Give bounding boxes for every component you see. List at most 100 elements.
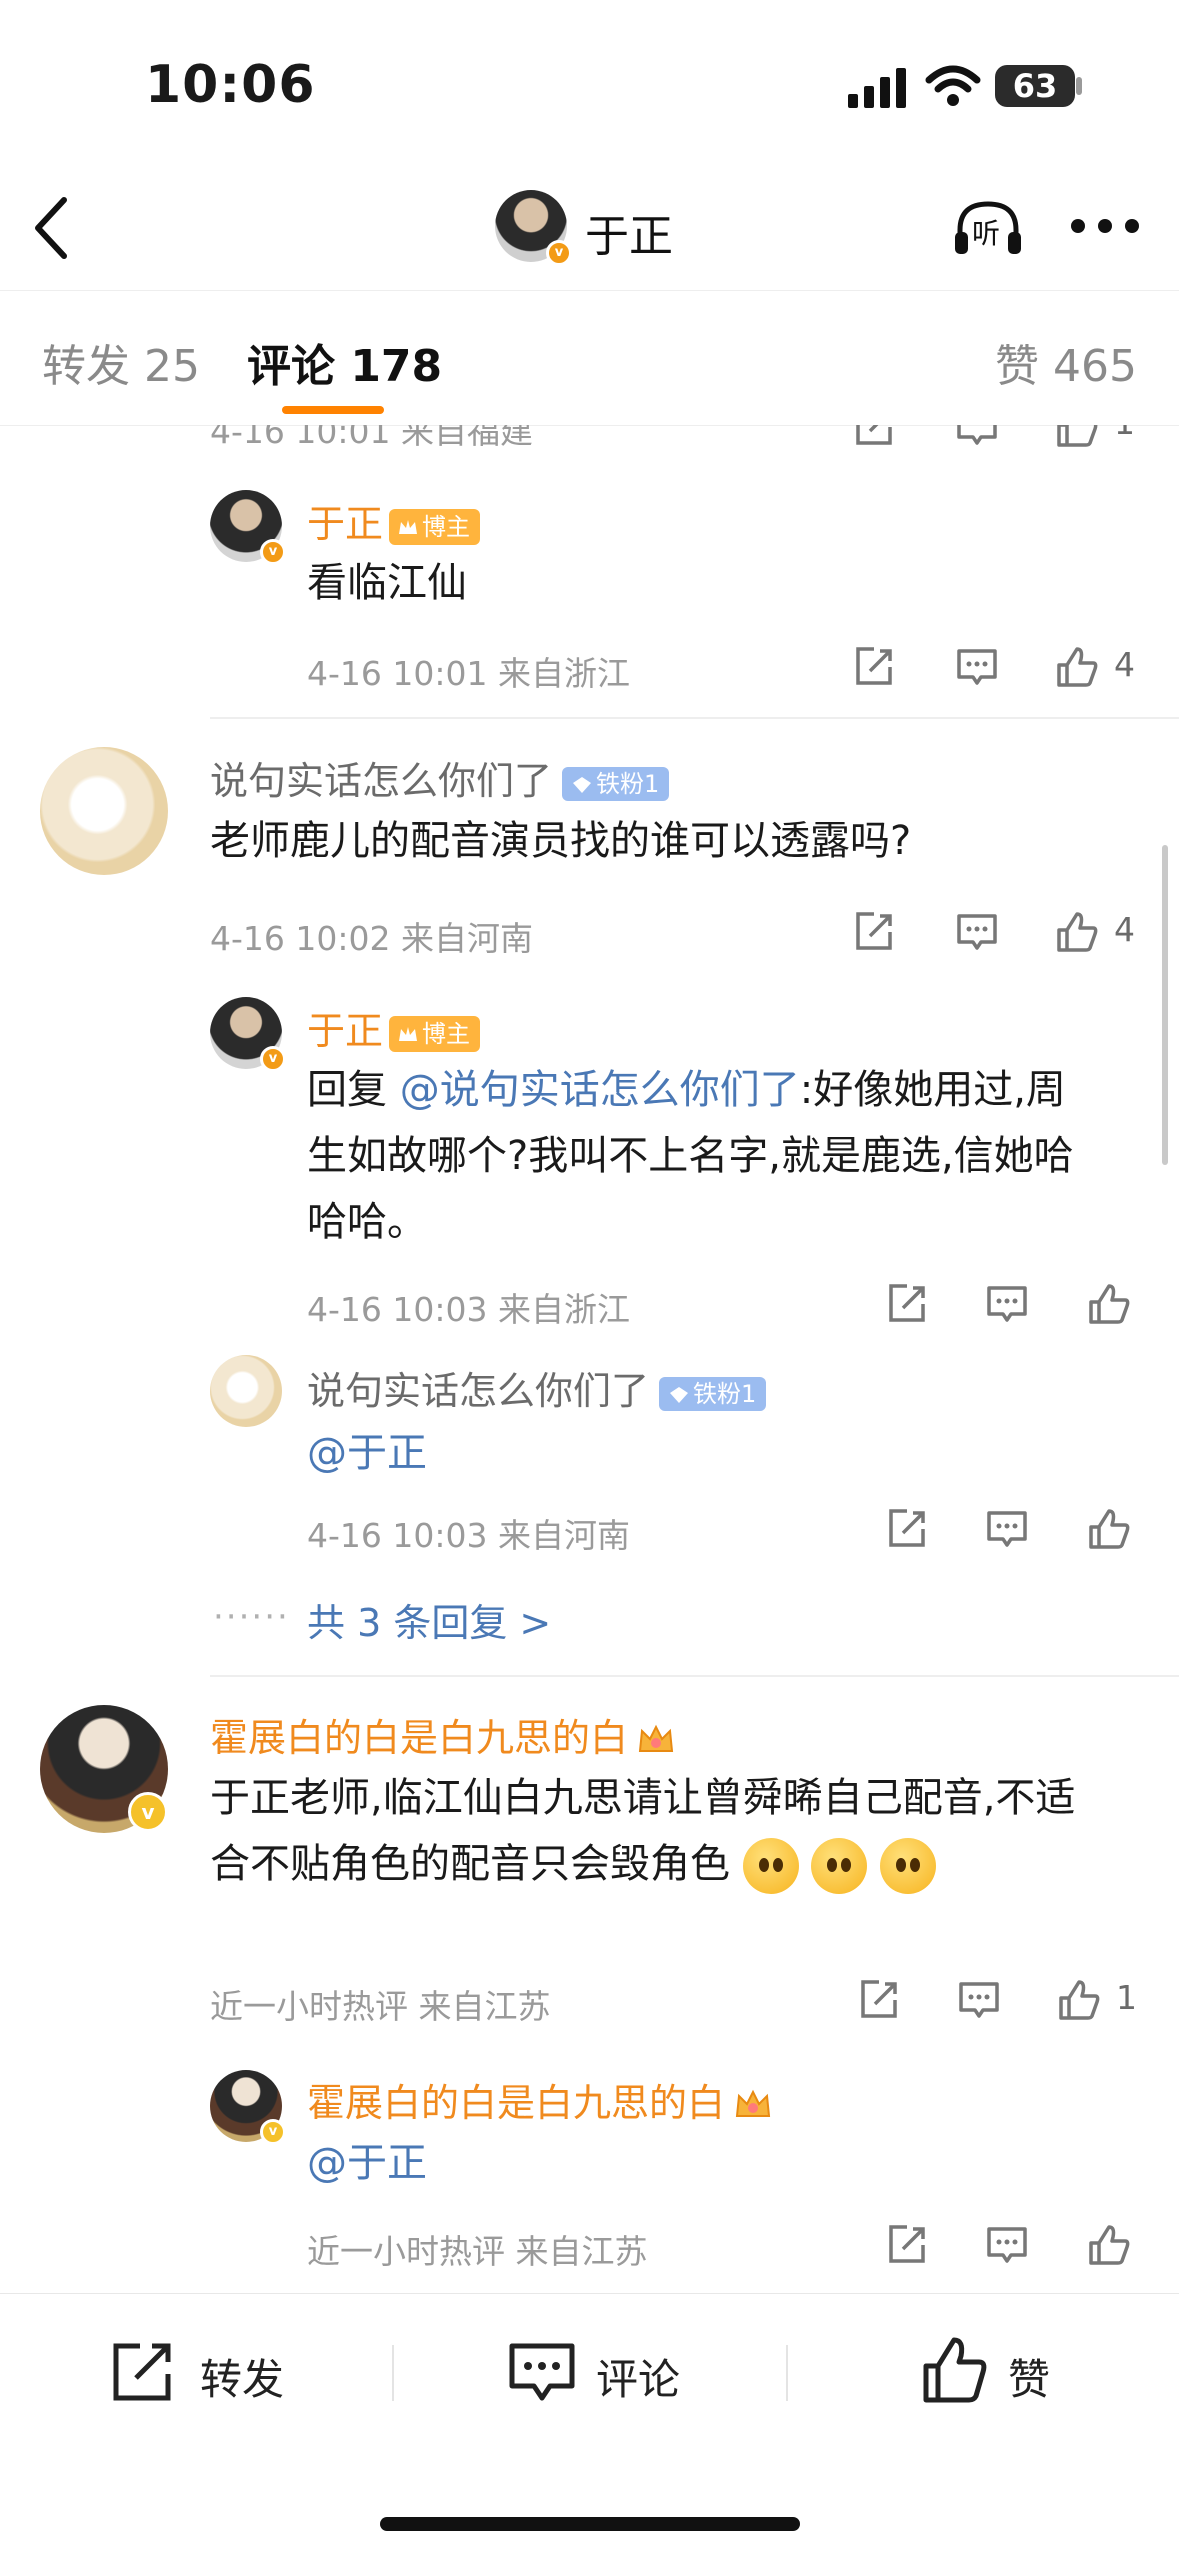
page-title: 于正 <box>585 211 673 262</box>
view-more-replies-link[interactable]: 共 3 条回复 > <box>307 1592 551 1647</box>
tab-repost[interactable]: 转发 25 <box>42 330 200 394</box>
author-name: 说句实话怎么你们了 <box>307 1369 650 1413</box>
scrollbar[interactable] <box>1162 845 1168 1165</box>
like-icon[interactable] <box>1055 425 1099 449</box>
comment-text: 于正老师,临江仙白九思请让曾舜晞自己配音,不适合不贴角色的配音只会毁角色 <box>210 1765 1110 1897</box>
comment-icon[interactable] <box>985 1507 1029 1551</box>
divider <box>210 1675 1179 1677</box>
diamond-icon <box>670 1386 689 1403</box>
home-indicator[interactable] <box>380 2517 800 2531</box>
comment-icon[interactable] <box>985 1282 1029 1326</box>
comment-author[interactable]: 说句实话怎么你们了 铁粉1 <box>210 750 670 805</box>
comment-icon <box>509 2343 575 2401</box>
share-icon[interactable] <box>857 1978 901 2022</box>
like-count: 4 <box>1114 645 1135 684</box>
reply-meta: 4-16 10:03 来自河南 <box>307 1516 630 1555</box>
share-icon[interactable] <box>852 425 896 449</box>
author-name: 说句实话怎么你们了 <box>210 759 553 803</box>
like-button[interactable]: 赞 <box>922 2336 1082 2410</box>
comment-meta: 4-16 10:01 来自浙江 <box>307 654 630 693</box>
share-icon[interactable] <box>885 1507 929 1551</box>
pleading-face-emoji <box>880 1838 937 1894</box>
comment-icon[interactable] <box>985 2223 1029 2267</box>
comment-list[interactable]: 4-16 10:01 来自福建 1 v 于正博主 看临江仙 4-16 10:01… <box>0 425 1179 2293</box>
share-icon[interactable] <box>852 910 896 954</box>
comment-meta: 4-16 10:01 来自福建 <box>210 425 533 451</box>
verified-icon: v <box>260 539 286 565</box>
reply-author[interactable]: 于正 博主 <box>307 1000 481 1055</box>
comment-icon[interactable] <box>955 645 999 689</box>
listen-button[interactable]: 听 <box>952 198 1024 258</box>
host-badge: 博主 <box>389 1015 481 1052</box>
battery-indicator: 63 <box>995 65 1075 107</box>
more-dots: ······ <box>213 1597 290 1637</box>
like-count: 1 <box>1114 425 1135 442</box>
like-icon[interactable] <box>1055 910 1099 954</box>
comment-icon[interactable] <box>955 425 999 449</box>
author-name: 霍展白的白是白九思的白 <box>210 1716 629 1760</box>
crown-icon <box>735 2089 771 2117</box>
comment-body: 于正老师,临江仙白九思请让曾舜晞自己配音,不适合不贴角色的配音只会毁角色 <box>210 1775 1076 1887</box>
like-icon[interactable] <box>1087 1507 1131 1551</box>
like-icon[interactable] <box>1087 2223 1131 2267</box>
author-name: 于正 <box>307 502 384 546</box>
repost-label: 转发 <box>200 2355 285 2404</box>
comment-icon[interactable] <box>957 1978 1001 2022</box>
comment-author[interactable]: 于正 博主 <box>307 493 481 548</box>
fan-badge: 铁粉1 <box>562 766 670 801</box>
share-icon[interactable] <box>852 645 896 689</box>
listen-label: 听 <box>972 217 1001 250</box>
crown-icon <box>399 1026 418 1041</box>
verified-icon: v <box>128 1792 168 1832</box>
repost-button[interactable]: 转发 <box>110 2340 310 2410</box>
comment-label: 评论 <box>596 2355 681 2404</box>
avatar[interactable] <box>210 1355 282 1427</box>
reply-author[interactable]: 霍展白的白是白九思的白 <box>307 2072 773 2127</box>
like-icon[interactable] <box>1055 645 1099 689</box>
cellular-signal-icon <box>848 68 906 108</box>
crown-icon <box>399 519 418 534</box>
fan-badge: 铁粉1 <box>659 1376 767 1411</box>
pleading-face-emoji <box>742 1838 799 1894</box>
comment-author[interactable]: 霍展白的白是白九思的白 <box>210 1707 676 1762</box>
share-icon[interactable] <box>885 2223 929 2267</box>
tab-like[interactable]: 赞 465 <box>995 330 1137 394</box>
divider <box>392 2345 394 2401</box>
battery-nub <box>1076 77 1082 95</box>
status-time: 10:06 <box>145 55 316 115</box>
divider <box>210 717 1179 719</box>
reply-author[interactable]: 说句实话怎么你们了 铁粉1 <box>307 1360 767 1415</box>
verified-icon: v <box>260 2119 286 2145</box>
wifi-icon <box>925 65 981 106</box>
comment-meta: 近一小时热评 来自江苏 <box>210 1987 551 2026</box>
divider <box>786 2345 788 2401</box>
crown-icon <box>638 1724 674 1752</box>
diamond-icon <box>573 776 592 793</box>
like-label: 赞 <box>1008 2355 1051 2404</box>
comment-text: 看临江仙 <box>307 560 467 606</box>
share-icon <box>113 2343 171 2401</box>
verified-icon: v <box>546 240 572 266</box>
mention-link[interactable]: @于正 <box>307 1420 427 1486</box>
like-count: 4 <box>1114 910 1135 949</box>
avatar[interactable] <box>40 747 168 875</box>
verified-icon: v <box>260 1046 286 1072</box>
reply-prefix: 回复 <box>307 1067 400 1113</box>
active-tab-indicator <box>282 406 384 414</box>
reply-meta: 近一小时热评 来自江苏 <box>307 2232 648 2271</box>
comment-button[interactable]: 评论 <box>508 2340 708 2410</box>
comment-meta: 4-16 10:02 来自河南 <box>210 919 533 958</box>
comment-icon[interactable] <box>955 910 999 954</box>
tab-comment[interactable]: 评论 178 <box>247 330 442 394</box>
pleading-face-emoji <box>811 1838 868 1894</box>
mention-link[interactable]: @于正 <box>307 2130 427 2196</box>
mention-link[interactable]: @说句实话怎么你们了 <box>400 1067 800 1113</box>
reply-meta: 4-16 10:03 来自浙江 <box>307 1290 630 1329</box>
share-icon[interactable] <box>885 1282 929 1326</box>
host-badge: 博主 <box>389 508 481 545</box>
back-arrow-icon[interactable] <box>32 196 72 260</box>
more-options-icon[interactable] <box>1070 218 1140 234</box>
author-name: 于正 <box>307 1009 384 1053</box>
like-icon[interactable] <box>1057 1978 1101 2022</box>
like-icon[interactable] <box>1087 1282 1131 1326</box>
